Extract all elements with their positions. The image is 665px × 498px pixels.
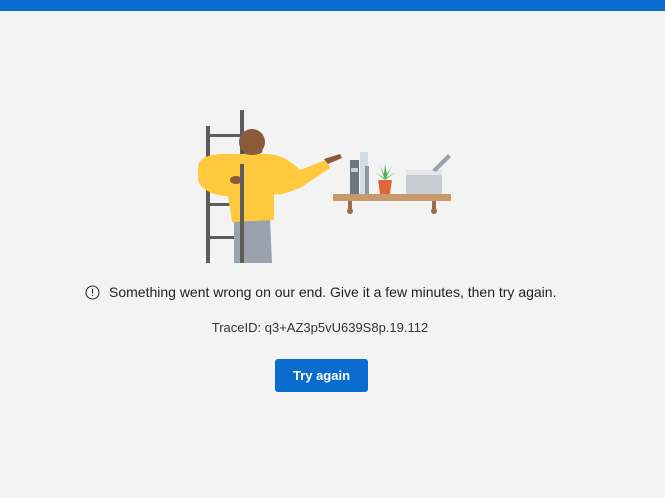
error-illustration	[198, 110, 451, 263]
plant	[375, 164, 396, 194]
books	[350, 152, 369, 194]
person	[198, 129, 342, 263]
top-accent-bar	[0, 0, 665, 11]
trace-id-text: TraceID: q3+AZ3p5vU639S8p.19.112	[211, 320, 429, 335]
try-again-button[interactable]: Try again	[275, 359, 368, 392]
error-message-row: Something went wrong on our end. Give it…	[85, 282, 556, 302]
shelf	[333, 194, 451, 214]
error-message-text: Something went wrong on our end. Give it…	[109, 284, 557, 300]
info-circle-icon	[85, 284, 100, 300]
box	[406, 154, 451, 194]
